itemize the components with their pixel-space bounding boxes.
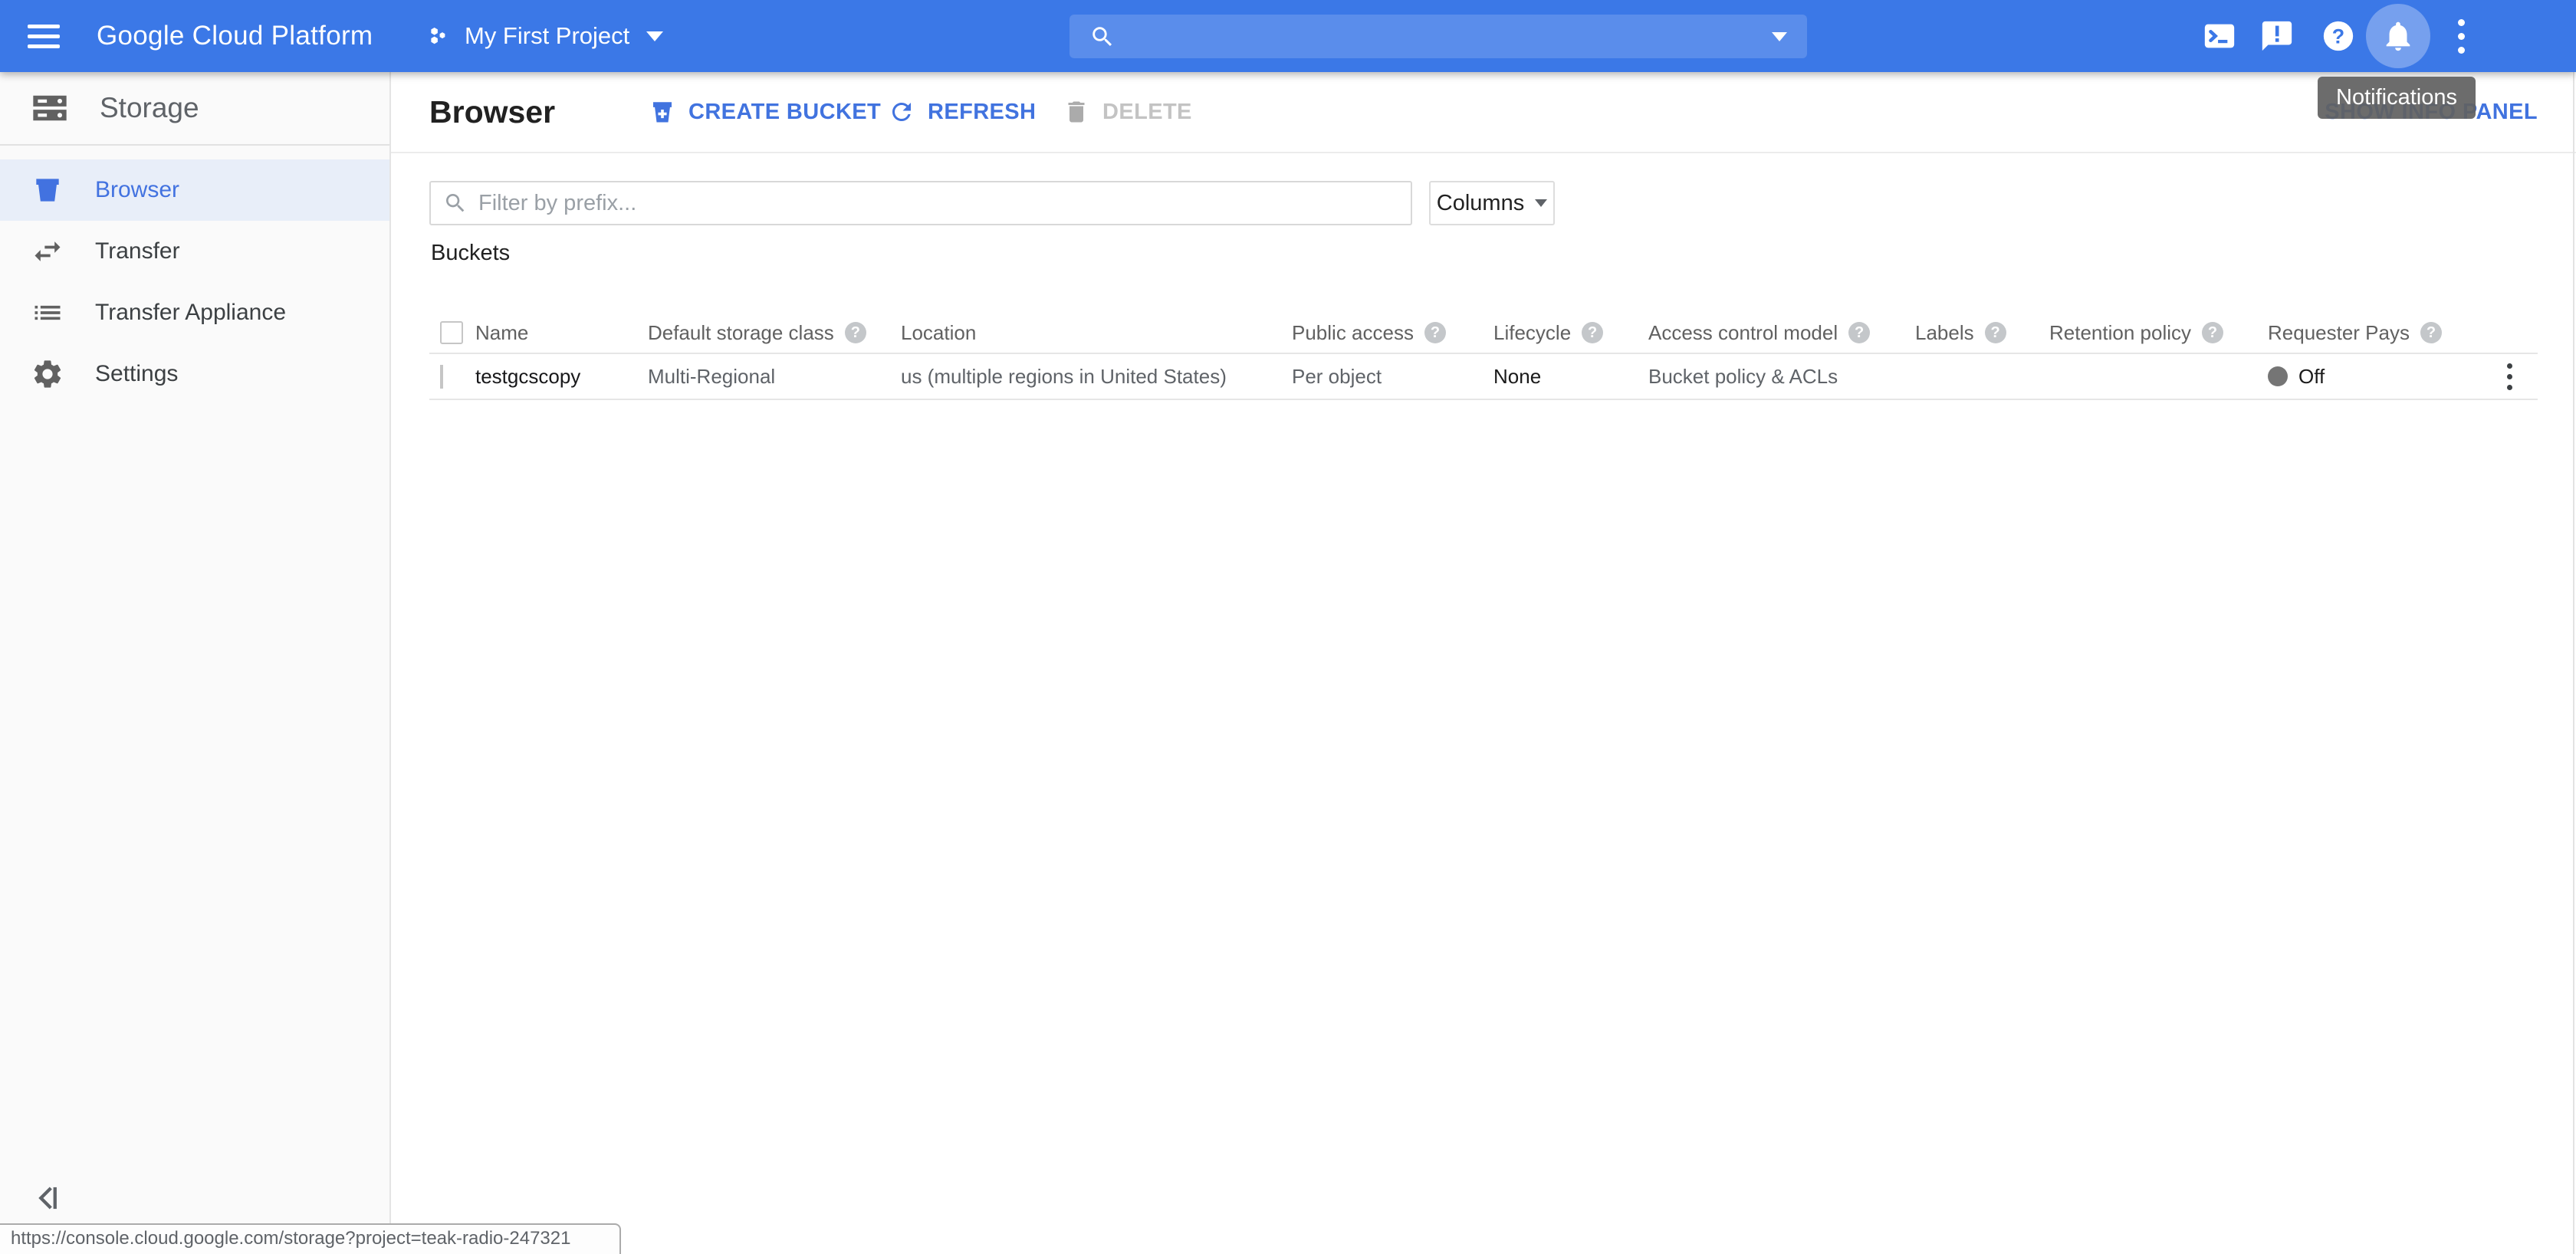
- appliance-list-icon: [31, 296, 64, 330]
- trash-icon: [1063, 98, 1090, 126]
- sidebar: Storage Browser Transfer Transfer Applia…: [0, 72, 391, 1254]
- column-header: Default storage class: [648, 321, 834, 345]
- refresh-button[interactable]: REFRESH: [888, 72, 1036, 152]
- cell-location: us (multiple regions in United States): [901, 365, 1292, 389]
- more-options-icon[interactable]: [2436, 0, 2486, 72]
- chevron-down-icon: [646, 31, 663, 41]
- column-header: Location: [901, 321, 976, 345]
- search-bar[interactable]: [1070, 15, 1807, 58]
- page-toolbar: Browser CREATE BUCKET REFRESH DELETE SHO…: [391, 72, 2576, 153]
- search-dropdown-icon[interactable]: [1772, 32, 1787, 41]
- delete-button[interactable]: DELETE: [1063, 72, 1192, 152]
- column-header: Access control model: [1648, 321, 1838, 345]
- help-icon[interactable]: [1582, 322, 1603, 343]
- project-name: My First Project: [465, 22, 629, 50]
- requester-pays-off-indicator: [2268, 366, 2288, 386]
- sidebar-item-transfer-appliance[interactable]: Transfer Appliance: [0, 282, 389, 343]
- page-title: Browser: [429, 72, 555, 152]
- bucket-table-row: testgcscopy Multi-Regional us (multiple …: [429, 353, 2538, 400]
- column-header: Retention policy: [2049, 321, 2191, 345]
- column-header: Labels: [1915, 321, 1974, 345]
- column-header: Lifecycle: [1493, 321, 1571, 345]
- help-icon[interactable]: [2420, 322, 2442, 343]
- sidebar-header: Storage: [0, 72, 389, 146]
- bucket-name-link[interactable]: testgcscopy: [475, 365, 648, 389]
- columns-dropdown[interactable]: Columns: [1429, 181, 1555, 225]
- filter-by-prefix-input[interactable]: [478, 191, 1398, 216]
- column-header: Requester Pays: [2268, 321, 2410, 345]
- cell-requester-pays: Off: [2268, 365, 2507, 389]
- sidebar-item-browser[interactable]: Browser: [0, 159, 389, 221]
- create-bucket-icon: [649, 98, 676, 126]
- storage-product-icon: [26, 88, 74, 128]
- menu-icon[interactable]: [28, 0, 74, 72]
- search-icon: [443, 191, 468, 215]
- swap-arrows-icon: [31, 235, 64, 268]
- sidebar-item-label: Transfer Appliance: [95, 300, 286, 326]
- sidebar-item-settings[interactable]: Settings: [0, 343, 389, 405]
- sidebar-item-label: Settings: [95, 361, 178, 387]
- project-picker[interactable]: My First Project: [426, 0, 663, 72]
- help-circle-icon[interactable]: ?: [2314, 0, 2363, 72]
- help-icon[interactable]: [2202, 322, 2223, 343]
- sidebar-item-label: Transfer: [95, 238, 180, 264]
- search-icon: [1089, 24, 1116, 50]
- project-icon: [426, 23, 452, 49]
- cell-lifecycle: None: [1493, 365, 1648, 389]
- row-more-options-icon[interactable]: [2507, 363, 2512, 390]
- cloud-shell-icon[interactable]: [2195, 0, 2244, 72]
- top-app-bar: Google Cloud Platform My First Project: [0, 0, 2576, 72]
- select-all-checkbox[interactable]: [440, 321, 463, 344]
- cell-storage-class: Multi-Regional: [648, 365, 901, 389]
- right-edge-divider: [2573, 72, 2574, 1254]
- filter-field: [429, 181, 1412, 225]
- help-icon[interactable]: [1424, 322, 1446, 343]
- column-header: Name: [475, 321, 528, 345]
- help-icon[interactable]: [845, 322, 866, 343]
- bucket-table-header: Name Default storage class Location Publ…: [429, 313, 2538, 353]
- sidebar-title: Storage: [100, 92, 199, 124]
- create-bucket-button[interactable]: CREATE BUCKET: [649, 72, 881, 152]
- sidebar-item-label: Browser: [95, 177, 179, 203]
- brand-logo[interactable]: Google Cloud Platform: [97, 0, 373, 72]
- bucket-icon: [31, 173, 64, 207]
- notifications-bell-icon[interactable]: [2374, 0, 2423, 72]
- status-url-bar: https://console.cloud.google.com/storage…: [0, 1223, 621, 1254]
- column-header: Public access: [1292, 321, 1414, 345]
- gear-icon: [31, 357, 64, 391]
- notifications-tooltip: Notifications: [2318, 77, 2476, 119]
- svg-text:?: ?: [2332, 25, 2344, 48]
- cell-access-control: Bucket policy & ACLs: [1648, 365, 1915, 389]
- feedback-icon[interactable]: [2252, 0, 2302, 72]
- row-checkbox[interactable]: [440, 365, 443, 389]
- collapse-sidebar-icon[interactable]: [26, 1177, 69, 1220]
- help-icon[interactable]: [1848, 322, 1870, 343]
- cell-public-access: Per object: [1292, 365, 1493, 389]
- chevron-down-icon: [1535, 199, 1547, 207]
- refresh-icon: [888, 98, 915, 126]
- help-icon[interactable]: [1985, 322, 2006, 343]
- buckets-section-label: Buckets: [431, 241, 510, 266]
- sidebar-item-transfer[interactable]: Transfer: [0, 221, 389, 282]
